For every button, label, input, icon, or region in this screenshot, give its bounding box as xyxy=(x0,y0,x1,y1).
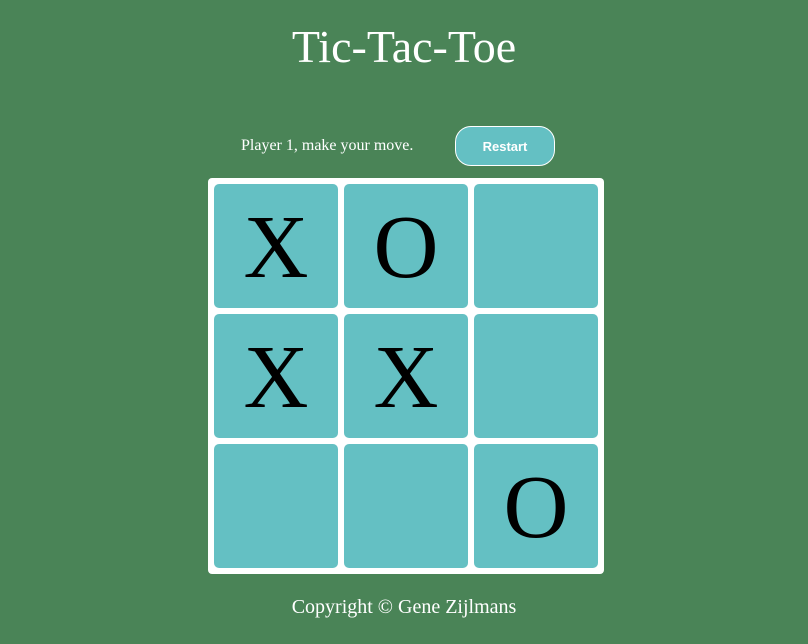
board-cell-7[interactable] xyxy=(214,444,338,568)
board-cell-3[interactable] xyxy=(474,184,598,308)
turn-status-text: Player 1, make your move. xyxy=(241,137,414,154)
game-board: X O X X O xyxy=(208,178,604,574)
page-title: Tic-Tac-Toe xyxy=(291,21,517,72)
board-cell-6[interactable] xyxy=(474,314,598,438)
restart-button[interactable]: Restart xyxy=(455,126,555,166)
copyright-footer: Copyright © Gene Zijlmans xyxy=(291,596,517,618)
board-cell-5[interactable]: X xyxy=(344,314,468,438)
board-cell-9[interactable]: O xyxy=(474,444,598,568)
board-cell-4[interactable]: X xyxy=(214,314,338,438)
board-cell-1[interactable]: X xyxy=(214,184,338,308)
status-bar: Player 1, make your move. Restart xyxy=(0,126,808,166)
board-cell-8[interactable] xyxy=(344,444,468,568)
board-cell-2[interactable]: O xyxy=(344,184,468,308)
